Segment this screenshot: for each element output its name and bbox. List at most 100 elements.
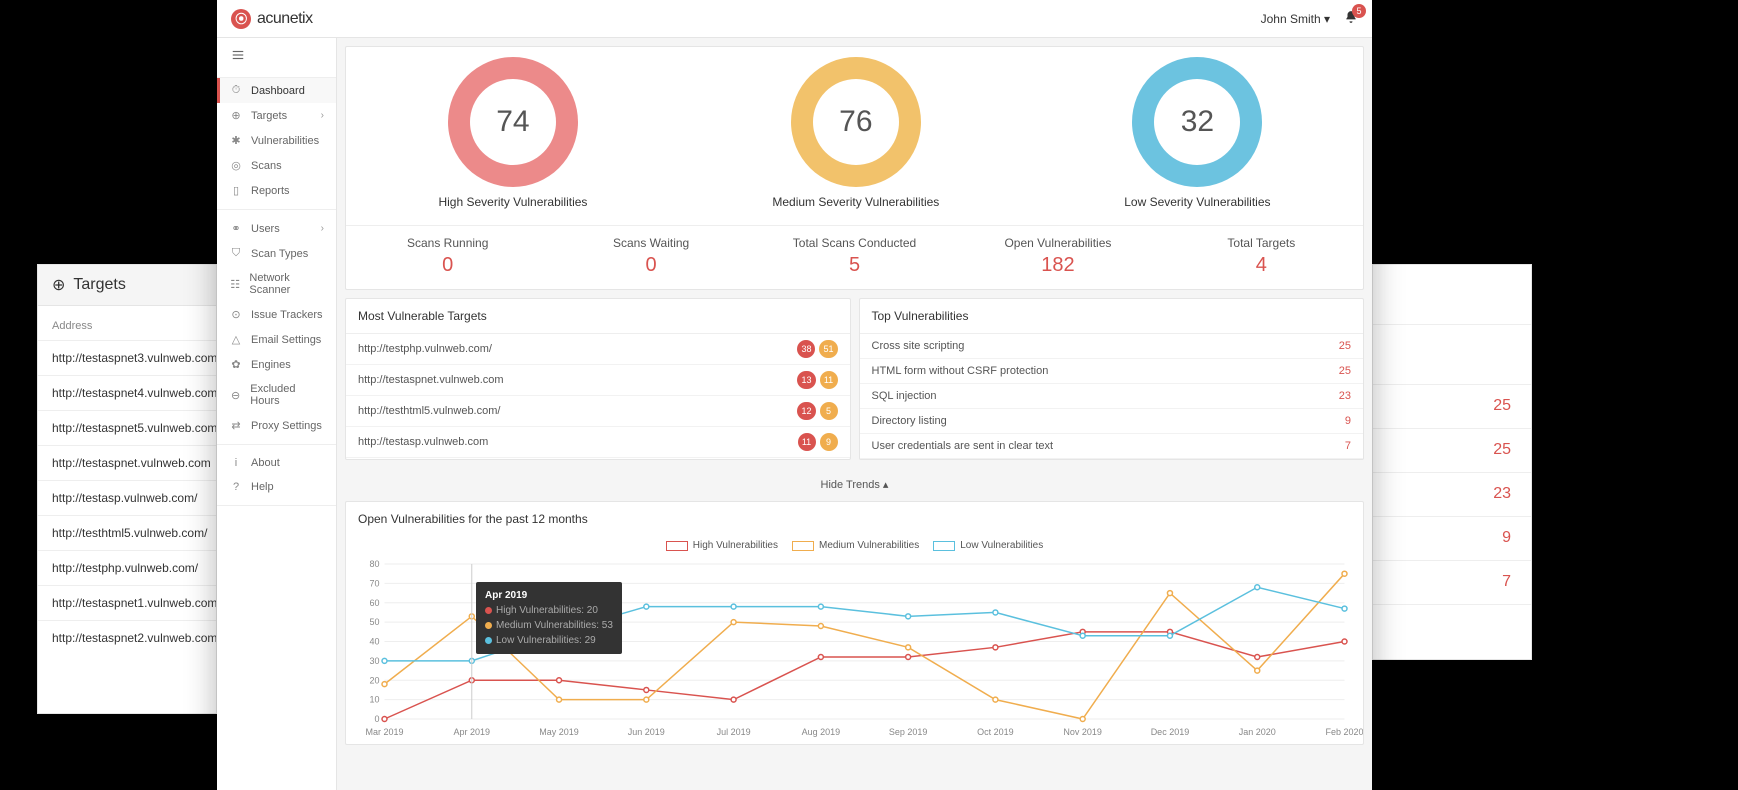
legend-swatch (792, 541, 814, 551)
target-address-row[interactable]: http://testaspnet2.vulnweb.com (38, 620, 216, 655)
help-icon: ? (229, 481, 243, 493)
engines-icon: ✿ (229, 358, 243, 371)
sidebar-item-about[interactable]: iAbout (217, 451, 336, 475)
vulnerability-row[interactable]: HTML form without CSRF protection25 (860, 359, 1364, 384)
menu-toggle[interactable] (217, 38, 336, 78)
target-address-row[interactable]: http://testasp.vulnweb.com/ (38, 480, 216, 515)
sidebar-item-scans[interactable]: ◎Scans (217, 153, 336, 178)
medium-badge: 9 (820, 433, 838, 451)
mvt-title: Most Vulnerable Targets (346, 299, 850, 334)
targets-title: Targets (73, 276, 125, 294)
stat-label: Total Targets (1160, 236, 1363, 250)
target-address-row[interactable]: http://testaspnet5.vulnweb.com (38, 410, 216, 445)
count-row: 9 (1373, 517, 1531, 561)
sidebar-item-label: Email Settings (251, 334, 321, 346)
target-address-row[interactable]: http://testaspnet.vulnweb.com (38, 445, 216, 480)
count-row: 25 (1373, 429, 1531, 473)
vulnerabilities-icon: ✱ (229, 134, 243, 147)
medium-badge: 51 (819, 340, 837, 358)
sidebar-item-engines[interactable]: ✿ Engines (217, 352, 336, 377)
dashboard-icon: ⏱ (229, 84, 243, 97)
user-menu[interactable]: John Smith ▾ (1261, 12, 1330, 26)
severity-panel: 74High Severity Vulnerabilities 76Medium … (345, 46, 1364, 290)
vulnerable-target-row[interactable]: http://testasp.vulnweb.com119 (346, 427, 850, 458)
svg-text:60: 60 (369, 598, 379, 608)
notifications-button[interactable]: 5 (1344, 10, 1358, 27)
svg-text:Oct 2019: Oct 2019 (977, 727, 1014, 737)
svg-text:Apr 2019: Apr 2019 (454, 727, 491, 737)
target-url: http://testasp.vulnweb.com (358, 436, 488, 448)
count-row: 23 (1373, 473, 1531, 517)
sidebar-item-reports[interactable]: ▯Reports (217, 178, 336, 203)
severity-donut[interactable]: 74High Severity Vulnerabilities (438, 57, 587, 209)
vulnerability-row[interactable]: Cross site scripting25 (860, 334, 1364, 359)
sidebar-item-dashboard[interactable]: ⏱ Dashboard (217, 78, 336, 103)
sidebar-item-label: Help (251, 481, 274, 493)
svg-text:40: 40 (369, 637, 379, 647)
legend-item[interactable]: Low Vulnerabilities (933, 540, 1043, 551)
sidebar-item-users[interactable]: ⚭Users› (217, 216, 336, 241)
sidebar-item-proxy-settings[interactable]: ⇄Proxy Settings (217, 413, 336, 438)
severity-donut[interactable]: 32Low Severity Vulnerabilities (1124, 57, 1270, 209)
high-badge: 38 (797, 340, 815, 358)
reports-icon: ▯ (229, 184, 243, 197)
legend-swatch (933, 541, 955, 551)
sidebar-item-network-scanner[interactable]: ☷Network Scanner (217, 266, 336, 302)
app-window: ⦿ acunetix John Smith ▾ 5 ⏱ Dashboard ⊕Tar… (217, 0, 1372, 790)
sidebar-item-label: Network Scanner (249, 272, 324, 296)
vuln-name: Directory listing (872, 415, 947, 427)
high-badge: 13 (797, 371, 815, 389)
target-address-row[interactable]: http://testhtml5.vulnweb.com/ (38, 515, 216, 550)
caret-up-icon: ▴ (883, 479, 889, 491)
sidebar-item-scan-types[interactable]: ⛉Scan Types (217, 241, 336, 266)
severity-donut[interactable]: 76Medium Severity Vulnerabilities (772, 57, 939, 209)
vulnerability-row[interactable]: SQL injection23 (860, 384, 1364, 409)
logo[interactable]: ⦿ acunetix (231, 9, 313, 29)
legend-item[interactable]: Medium Vulnerabilities (792, 540, 919, 551)
vulnerable-target-row[interactable]: http://testhtml5.vulnweb.com/125 (346, 396, 850, 427)
proxy-settings-icon: ⇄ (229, 419, 243, 432)
hide-trends-toggle[interactable]: Hide Trends ▴ (345, 468, 1364, 501)
vulnerability-row[interactable]: Directory listing9 (860, 409, 1364, 434)
vulnerability-row[interactable]: User credentials are sent in clear text7 (860, 434, 1364, 459)
vuln-count: 7 (1345, 440, 1351, 452)
sidebar-item-label: Scans (251, 160, 282, 172)
sidebar-item-help[interactable]: ? Help (217, 475, 336, 499)
target-address-row[interactable]: http://testaspnet3.vulnweb.com (38, 340, 216, 375)
stat-value: 0 (549, 254, 752, 277)
brand-text: acunetix (257, 10, 313, 28)
stat-value: 5 (753, 254, 956, 277)
legend-label: Medium Vulnerabilities (819, 540, 919, 551)
sidebar-item-email-settings[interactable]: △Email Settings (217, 327, 336, 352)
tooltip-line: Medium Vulnerabilities: 53 (485, 618, 613, 633)
sidebar-item-vulnerabilities[interactable]: ✱ Vulnerabilities (217, 128, 336, 153)
sidebar-item-targets[interactable]: ⊕Targets› (217, 103, 336, 128)
issue-trackers-icon: ⊙ (229, 308, 243, 321)
sidebar-item-excluded-hours[interactable]: ⊖Excluded Hours (217, 377, 336, 413)
legend-item[interactable]: High Vulnerabilities (666, 540, 778, 551)
chart-tooltip: Apr 2019High Vulnerabilities: 20Medium V… (476, 582, 622, 654)
donut-value: 32 (1181, 105, 1214, 139)
svg-text:Dec 2019: Dec 2019 (1151, 727, 1190, 737)
sidebar-item-label: Vulnerabilities (251, 135, 319, 147)
medium-badge: 11 (820, 371, 838, 389)
target-address-row[interactable]: http://testaspnet4.vulnweb.com (38, 375, 216, 410)
sidebar-item-issue-trackers[interactable]: ⊙Issue Trackers (217, 302, 336, 327)
vulnerable-target-row[interactable]: http://testphp.vulnweb.com/3851 (346, 334, 850, 365)
stat-value: 4 (1160, 254, 1363, 277)
stat-total-targets: Total Targets 4 (1160, 226, 1363, 289)
sidebar-item-label: Excluded Hours (250, 383, 324, 407)
hamburger-icon (231, 48, 245, 62)
target-address-row[interactable]: http://testaspnet1.vulnweb.com (38, 585, 216, 620)
address-column-header: Address (38, 306, 216, 340)
vulnerable-target-row[interactable]: http://testaspnet.vulnweb.com1311 (346, 365, 850, 396)
back-counts-panel: 25252397 (1372, 264, 1532, 660)
sidebar-item-label: Dashboard (251, 85, 305, 97)
scan-types-icon: ⛉ (229, 247, 243, 260)
topbar: ⦿ acunetix John Smith ▾ 5 (217, 0, 1372, 38)
legend-swatch (666, 541, 688, 551)
topvuln-title: Top Vulnerabilities (860, 299, 1364, 334)
sidebar-item-label: Engines (251, 359, 291, 371)
target-address-row[interactable]: http://testphp.vulnweb.com/ (38, 550, 216, 585)
svg-text:Nov 2019: Nov 2019 (1063, 727, 1102, 737)
